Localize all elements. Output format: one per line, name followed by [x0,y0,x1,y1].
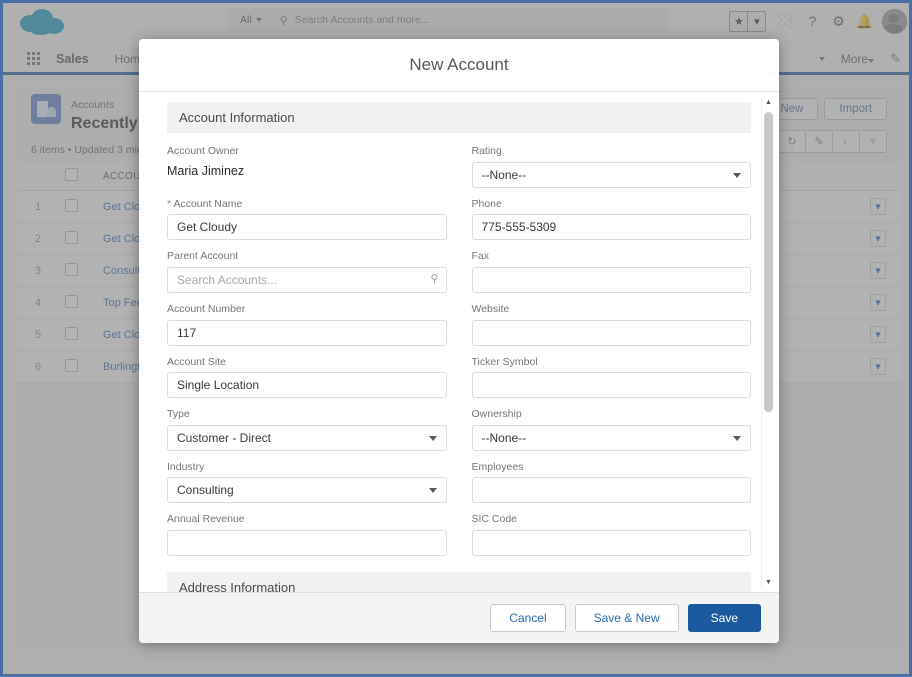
label-account-owner: Account Owner [167,145,239,157]
field-parent-account: Parent Account ⚲ [167,250,447,293]
modal-header: New Account [139,39,779,92]
field-phone: Phone [471,197,751,241]
label-annual-revenue: Annual Revenue [167,513,245,526]
field-fax: Fax [471,250,751,293]
field-account-number: Account Number [167,303,447,346]
parent-account-lookup[interactable]: ⚲ [167,266,447,293]
chevron-down-icon [733,435,741,441]
fax-input[interactable] [471,266,751,293]
label-fax: Fax [471,250,490,263]
section-account-information: Account Information [167,102,751,133]
scroll-up-arrow[interactable]: ▲ [762,98,775,108]
field-type: Type Customer - Direct [167,408,447,451]
label-account-site: Account Site [167,355,226,368]
label-type: Type [167,408,190,421]
cancel-button[interactable]: Cancel [490,604,566,632]
required-marker: * [167,197,172,210]
label-account-number: Account Number [167,302,246,315]
website-input[interactable] [471,319,751,346]
account-site-input[interactable] [167,372,447,399]
ownership-select[interactable]: --None-- [471,424,751,451]
modal-footer: Cancel Save & New Save [139,592,779,643]
ticker-symbol-input[interactable] [471,372,751,399]
chevron-down-icon [733,172,741,178]
phone-input[interactable] [471,214,751,241]
search-icon[interactable]: ⚲ [430,272,438,285]
industry-select[interactable]: Consulting [167,477,447,504]
modal-title: New Account [409,55,509,74]
scrollbar-thumb[interactable] [764,112,773,412]
value-account-owner: Maria Jiminez [167,163,245,178]
annual-revenue-input[interactable] [167,530,447,557]
scroll-down-arrow[interactable]: ▼ [762,578,775,588]
label-sic-code: SIC Code [471,513,518,526]
save-and-new-button[interactable]: Save & New [574,604,679,632]
field-industry: Industry Consulting [167,461,447,504]
field-account-site: Account Site [167,356,447,399]
industry-value: Consulting [177,483,234,498]
ownership-value: --None-- [481,430,527,445]
field-rating: Rating --None-- [471,145,751,188]
rating-select[interactable]: --None-- [471,161,751,188]
field-sic-code: SIC Code [471,513,751,557]
modal-scrollbar[interactable]: ▲ ▼ [761,98,775,588]
label-ticker-symbol: Ticker Symbol [471,355,538,368]
save-button[interactable]: Save [687,604,761,632]
field-ownership: Ownership --None-- [471,408,751,451]
field-account-name: * Account Name [167,198,447,241]
label-parent-account: Parent Account [167,250,239,263]
label-ownership: Ownership [471,408,522,421]
label-industry: Industry [167,460,205,473]
field-annual-revenue: Annual Revenue [167,513,447,557]
label-phone: Phone [471,197,502,210]
type-select[interactable]: Customer - Direct [167,424,447,451]
employees-input[interactable] [471,477,751,504]
section-address-information: Address Information [167,572,751,592]
chevron-down-icon [428,435,437,441]
chevron-down-icon [428,488,437,494]
label-employees: Employees [471,460,524,473]
field-account-owner: Account Owner Maria Jiminez [167,145,447,182]
rating-value: --None-- [481,167,527,182]
new-account-modal: New Account Account Information Account … [139,39,779,643]
modal-body: Account Information Account Owner Maria … [139,92,779,592]
sic-code-input[interactable] [471,530,751,557]
type-value: Customer - Direct [177,430,272,445]
browser-page: All ⚲ Search Accounts and more... ★ ▾ ✕ … [0,0,912,677]
label-rating: Rating [471,145,502,157]
label-website: Website [471,302,510,315]
field-website: Website [471,302,751,346]
account-number-input[interactable] [167,319,447,346]
field-employees: Employees [471,460,751,504]
account-name-input[interactable] [167,214,447,241]
field-ticker-symbol: Ticker Symbol [471,355,751,399]
account-information-fields: Account Owner Maria Jiminez Rating --Non… [167,145,751,566]
parent-account-input[interactable] [167,266,447,293]
label-account-name: * Account Name [167,197,243,210]
